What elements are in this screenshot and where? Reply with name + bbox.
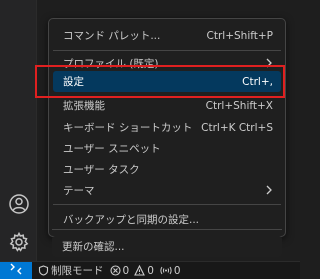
menu-item-settings-sync[interactable]: バックアップと同期の設定...: [53, 209, 281, 230]
menu-item-extensions[interactable]: 拡張機能 Ctrl+Shift+X: [53, 95, 281, 116]
ports-status[interactable]: 0: [160, 265, 181, 277]
menu-item-label: 設定: [63, 76, 84, 88]
chevron-right-icon: [265, 58, 273, 71]
menu-separator: [53, 204, 281, 205]
menu-item-check-updates[interactable]: 更新の確認...: [52, 236, 282, 257]
menu-item-label: ユーザー タスク: [63, 164, 140, 176]
menu-item-themes[interactable]: テーマ: [53, 180, 281, 201]
vscode-window: コマンド パレット... Ctrl+Shift+P プロファイル (既定) 設定…: [0, 0, 300, 279]
menu-separator: [52, 229, 282, 230]
restricted-mode-status[interactable]: 制限モード: [38, 263, 104, 278]
remote-button[interactable]: [0, 262, 32, 279]
menu-item-label: ユーザー スニペット: [63, 143, 161, 155]
warning-icon: [134, 265, 146, 276]
shield-icon: [38, 265, 49, 276]
warning-count: 0: [147, 264, 154, 277]
status-bar: 制限モード 0 0 0: [0, 261, 300, 279]
restricted-mode-label: 制限モード: [51, 265, 104, 277]
menu-separator: [53, 50, 281, 51]
remote-icon: [10, 263, 22, 278]
problems-status[interactable]: 0 0: [109, 264, 154, 277]
menu-item-label: テーマ: [63, 185, 95, 197]
account-icon[interactable]: [8, 193, 30, 215]
menu-item-label: キーボード ショートカット: [63, 122, 193, 134]
menu-item-shortcut: Ctrl+Shift+X: [205, 99, 273, 112]
menu-item-label: コマンド パレット...: [63, 30, 161, 42]
antenna-icon: [160, 265, 172, 276]
error-count: 0: [122, 264, 130, 277]
menu-item-label: 拡張機能: [63, 100, 105, 112]
menu-item-user-tasks[interactable]: ユーザー タスク: [53, 159, 281, 180]
menu-item-shortcut: Ctrl+,: [242, 75, 273, 88]
chevron-right-icon: [265, 185, 273, 198]
ports-count: 0: [173, 264, 181, 277]
menu-item-label: バックアップと同期の設定...: [63, 214, 200, 226]
menu-item-shortcut: Ctrl+K Ctrl+S: [201, 121, 273, 134]
menu-item-settings[interactable]: 設定 Ctrl+,: [53, 71, 281, 92]
menu-item-label: 更新の確認...: [62, 241, 125, 253]
menu-item-user-snippets[interactable]: ユーザー スニペット: [53, 138, 281, 159]
activity-bar: [0, 0, 37, 262]
gear-icon[interactable]: [8, 231, 30, 253]
error-icon: [109, 265, 121, 276]
menu-item-shortcut: Ctrl+Shift+P: [206, 29, 273, 42]
menu-item-keyboard-shortcuts[interactable]: キーボード ショートカット Ctrl+K Ctrl+S: [53, 117, 281, 138]
manage-context-menu: コマンド パレット... Ctrl+Shift+P プロファイル (既定) 設定…: [48, 18, 286, 237]
menu-item-command-palette[interactable]: コマンド パレット... Ctrl+Shift+P: [53, 25, 281, 46]
menu-item-label: プロファイル (既定): [63, 58, 159, 70]
